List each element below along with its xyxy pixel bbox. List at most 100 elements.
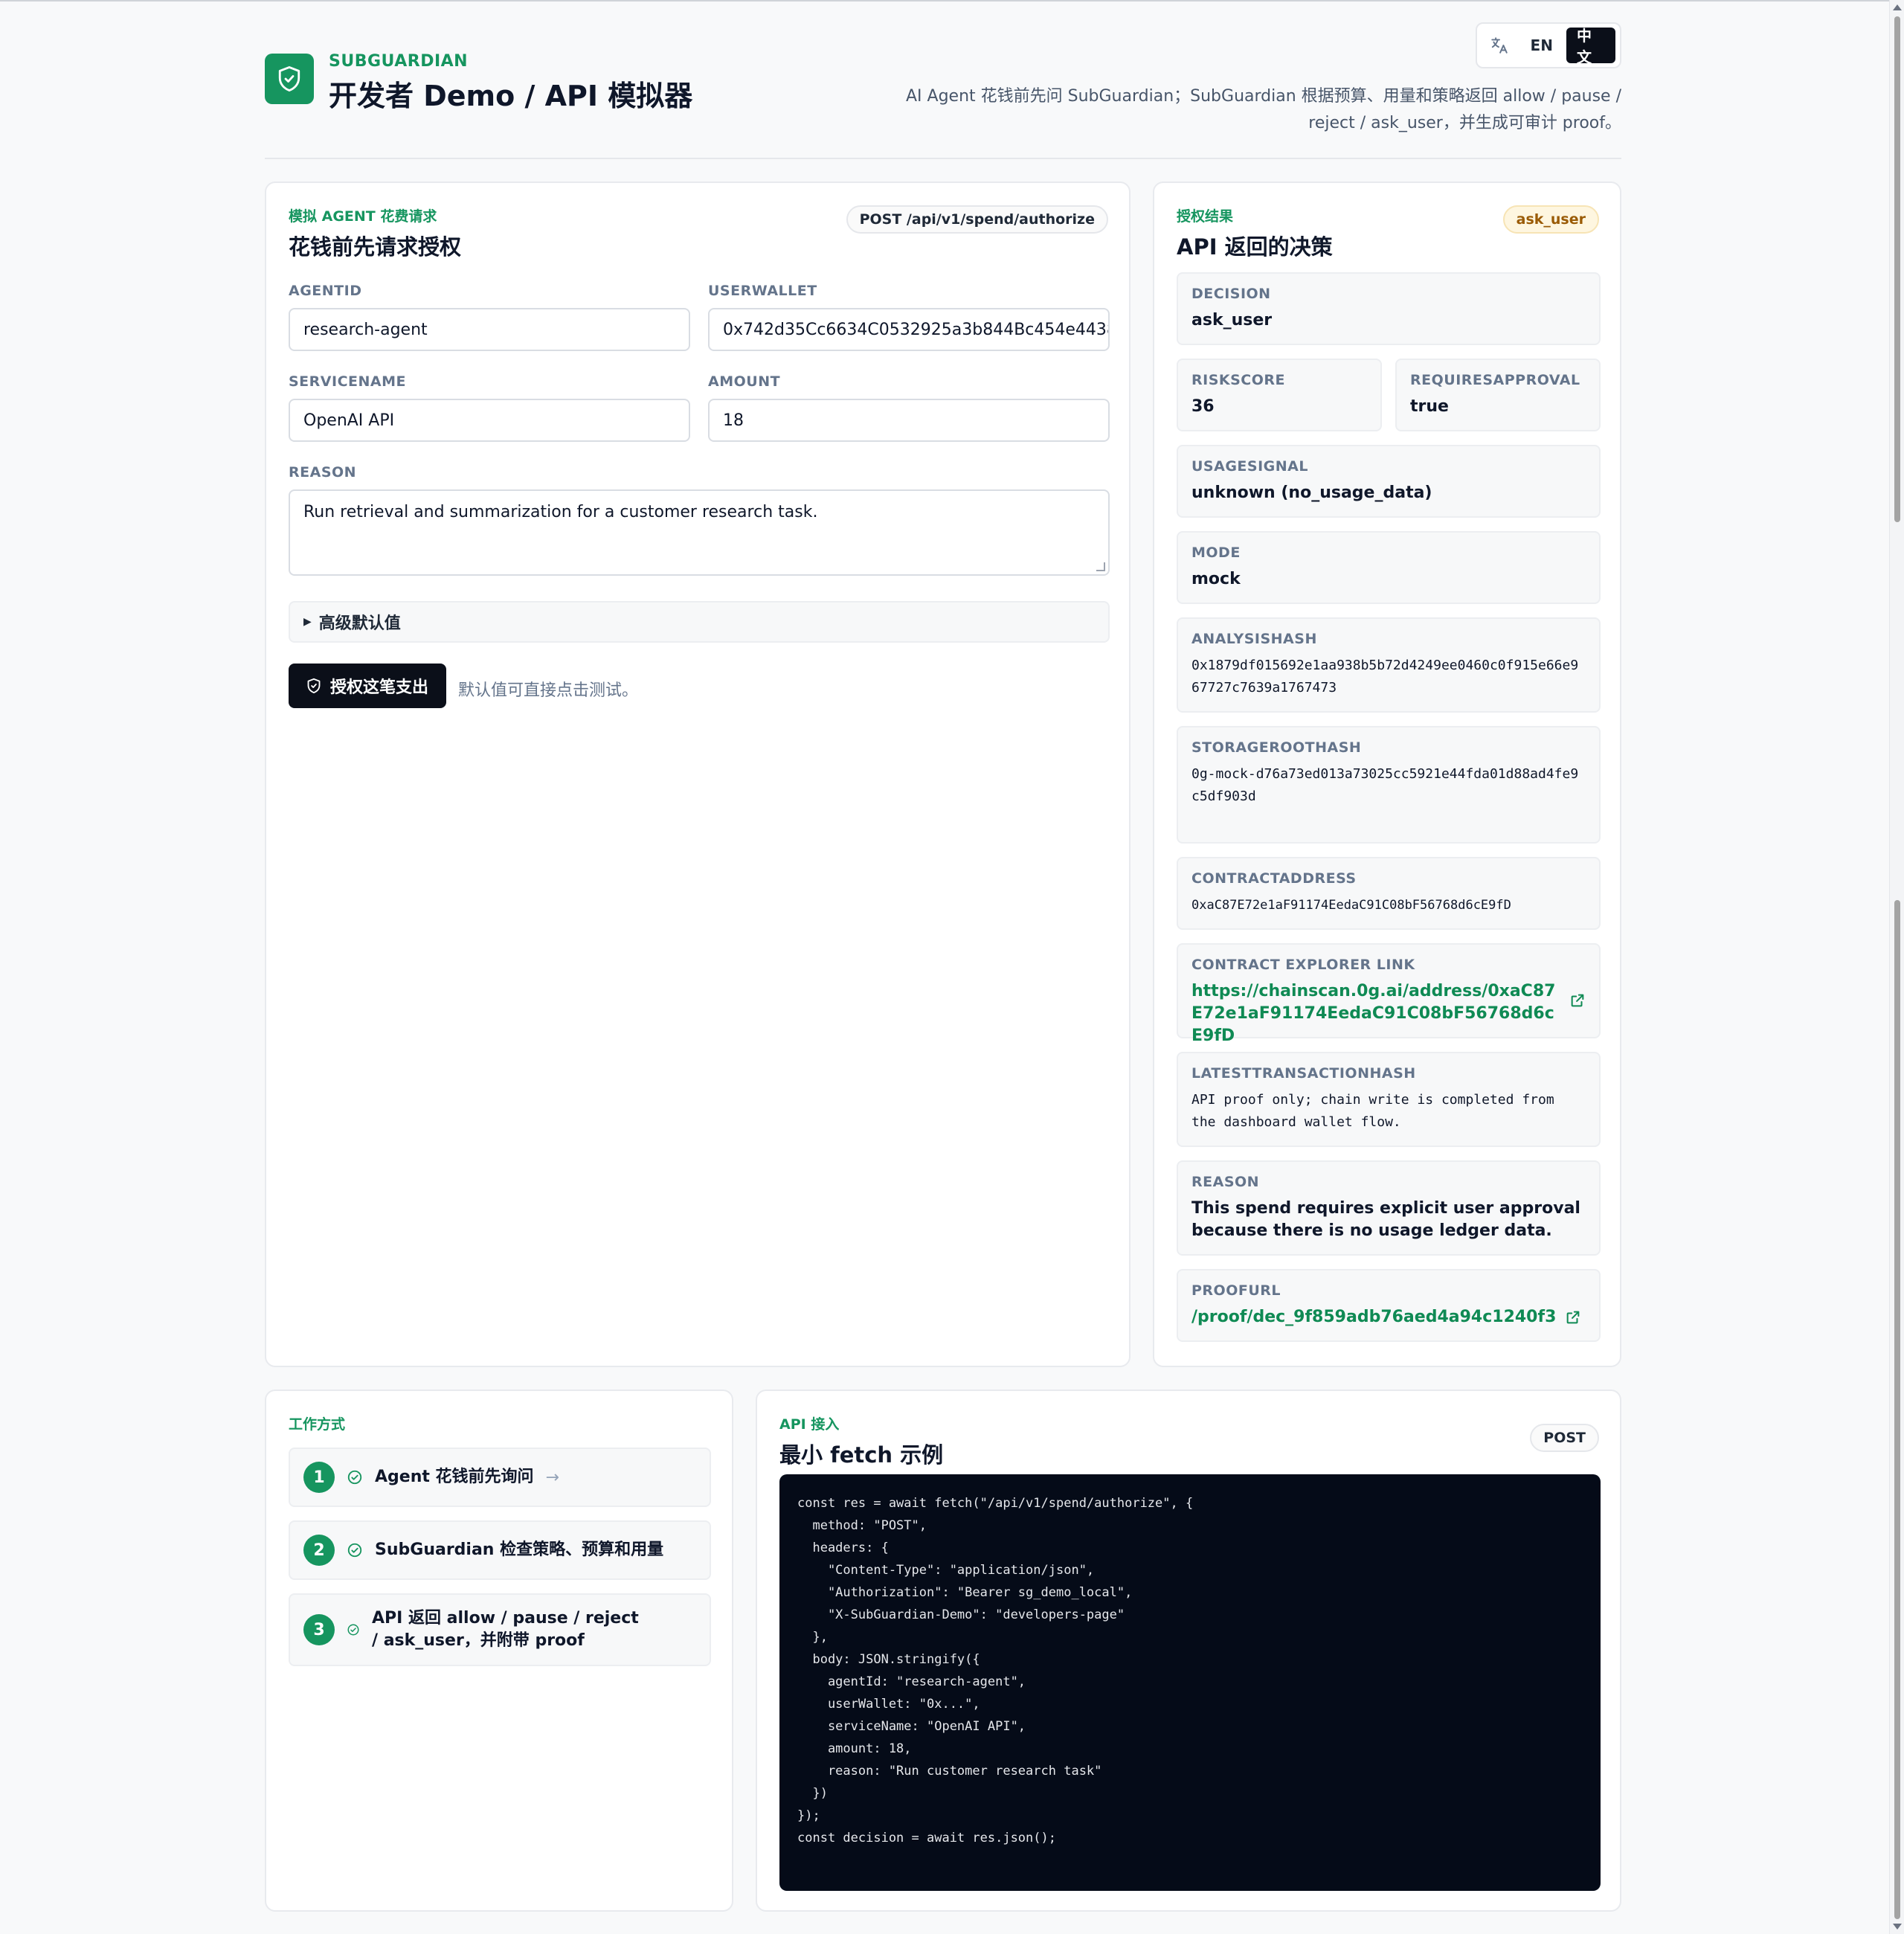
page-header: SUBGUARDIAN 开发者 Demo / API 模拟器 EN 中文 AI … (265, 0, 1621, 159)
risk-score-value: 36 (1191, 397, 1215, 416)
risk-score-field: RISKSCORE 36 (1177, 359, 1382, 431)
code-line: const decision = await res.json(); (797, 1831, 1056, 1845)
check-circle-icon (347, 1624, 359, 1636)
spend-request-card: 模拟 AGENT 花费请求 花钱前先请求授权 POST /api/v1/spen… (265, 181, 1130, 1367)
step-label: API 返回 allow / pause / reject / ask_user… (372, 1609, 639, 1650)
result-reason-value: This spend requires explicit user approv… (1191, 1199, 1580, 1240)
language-switcher: EN 中文 (1476, 22, 1621, 68)
scrollbar-thumb[interactable] (1894, 16, 1900, 522)
contract-explorer-label: CONTRACT EXPLORER LINK (1191, 957, 1415, 973)
proof-url-link[interactable]: /proof/dec_9f859adb76aed4a94c1240f3 (1191, 1306, 1556, 1329)
requires-approval-field: REQUIRESAPPROVAL true (1395, 359, 1601, 431)
reason-label: REASON (289, 464, 357, 481)
amount-label: AMOUNT (708, 373, 781, 390)
service-name-input[interactable]: OpenAI API (289, 399, 690, 442)
shield-logo-icon (265, 54, 314, 104)
agent-id-label: AGENTID (289, 283, 362, 299)
api-eyebrow: API 接入 (779, 1416, 840, 1433)
disclosure-triangle-icon: ▶ (303, 616, 312, 628)
reason-field: REASON This spend requires explicit user… (1177, 1160, 1601, 1256)
step-number: 1 (303, 1462, 335, 1493)
latest-transaction-hash-value: API proof only; chain write is completed… (1191, 1092, 1554, 1130)
request-title: 花钱前先请求授权 (289, 234, 462, 260)
code-line: "Authorization": "Bearer sg_demo_local", (797, 1585, 1133, 1600)
step-number: 3 (303, 1614, 335, 1645)
analysis-hash-label: ANALYSISHASH (1191, 631, 1317, 647)
latest-transaction-hash-field: LATESTTRANSACTIONHASH API proof only; ch… (1177, 1052, 1601, 1147)
proof-url-label: PROOFURL (1191, 1282, 1281, 1299)
endpoint-badge: POST /api/v1/spend/authorize (846, 205, 1108, 234)
user-wallet-input[interactable]: 0x742d35Cc6634C0532925a3b844Bc454e4438f4… (708, 308, 1110, 351)
code-line: headers: { (797, 1541, 889, 1555)
code-line: "Content-Type": "application/json", (797, 1563, 1095, 1578)
contract-address-field: CONTRACTADDRESS 0xaC87E72e1aF91174EedaC9… (1177, 857, 1601, 930)
resize-grip-icon[interactable] (1096, 562, 1105, 571)
advanced-defaults-toggle[interactable]: ▶ 高级默认值 (289, 601, 1110, 643)
requires-approval-value: true (1410, 397, 1449, 416)
advanced-defaults-label: 高级默认值 (318, 614, 401, 633)
result-reason-label: REASON (1191, 1174, 1260, 1190)
request-eyebrow: 模拟 AGENT 花费请求 (289, 208, 437, 225)
step-item: 2 SubGuardian 检查策略、预算和用量 (289, 1520, 711, 1580)
how-it-works-eyebrow: 工作方式 (289, 1416, 346, 1433)
usage-signal-field: USAGESIGNAL unknown (no_usage_data) (1177, 445, 1601, 518)
page-description: AI Agent 花钱前先问 SubGuardian；SubGuardian 根… (906, 87, 1621, 132)
code-line: body: JSON.stringify({ (797, 1652, 980, 1667)
code-line: serviceName: "OpenAI API", (797, 1719, 1026, 1734)
authorize-spend-button[interactable]: 授权这笔支出 (289, 664, 447, 708)
external-link-icon[interactable] (1569, 992, 1586, 1009)
agent-id-input[interactable]: research-agent (289, 308, 690, 351)
code-line: method: "POST", (797, 1518, 927, 1533)
lang-option-en[interactable]: EN (1520, 28, 1563, 63)
authorization-result-card: 授权结果 API 返回的决策 ask_user DECISION ask_use… (1153, 181, 1621, 1367)
code-line: }, (797, 1630, 828, 1645)
reason-textarea-value: Run retrieval and summarization for a cu… (303, 503, 818, 521)
amount-input[interactable]: 18 (708, 399, 1110, 442)
code-line: "X-SubGuardian-Demo": "developers-page" (797, 1607, 1125, 1622)
shield-check-icon (307, 678, 321, 694)
step-item: 3 API 返回 allow / pause / reject / ask_us… (289, 1593, 711, 1666)
page-title: 开发者 Demo / API 模拟器 (329, 80, 693, 112)
proof-url-field: PROOFURL /proof/dec_9f859adb76aed4a94c12… (1177, 1269, 1601, 1342)
arrow-right-icon: → (545, 1468, 559, 1487)
contract-address-value: 0xaC87E72e1aF91174EedaC91C08bF56768d6cE9… (1191, 898, 1511, 913)
check-circle-icon (347, 1470, 362, 1485)
defaults-hint: 默认值可直接点击测试。 (458, 681, 639, 700)
result-eyebrow: 授权结果 (1177, 208, 1234, 225)
contract-explorer-field: CONTRACT EXPLORER LINK https://chainscan… (1177, 943, 1601, 1045)
code-line: amount: 18, (797, 1741, 912, 1756)
scroll-down-arrow-icon[interactable] (1893, 1924, 1902, 1930)
lang-option-zh[interactable]: 中文 (1566, 27, 1615, 66)
analysis-hash-value: 0x1879df015692e1aa938b5b72d4249ee0460c0f… (1191, 658, 1579, 695)
reason-textarea[interactable]: Run retrieval and summarization for a cu… (289, 489, 1110, 576)
translate-icon (1482, 28, 1517, 63)
code-line: reason: "Run customer research task" (797, 1764, 1102, 1779)
step-number: 2 (303, 1535, 335, 1566)
usage-signal-label: USAGESIGNAL (1191, 458, 1308, 475)
decision-status-badge: ask_user (1502, 205, 1599, 234)
mode-value: mock (1191, 570, 1241, 588)
code-line: }); (797, 1808, 820, 1823)
code-line: agentId: "research-agent", (797, 1674, 1026, 1689)
authorize-spend-label: 授权这笔支出 (330, 678, 429, 697)
external-link-icon[interactable] (1565, 1309, 1581, 1326)
code-line: userWallet: "0x...", (797, 1697, 980, 1712)
api-integration-card: API 接入 最小 fetch 示例 POST const res = awai… (756, 1390, 1621, 1912)
page-scrollbar[interactable] (1889, 0, 1904, 1934)
step-label: Agent 花钱前先询问 (375, 1468, 534, 1486)
api-title: 最小 fetch 示例 (779, 1442, 944, 1468)
scroll-up-arrow-icon[interactable] (1893, 4, 1902, 10)
result-title: API 返回的决策 (1177, 234, 1333, 260)
how-it-works-card: 工作方式 1 Agent 花钱前先询问 → 2 SubGuardian 检查策略… (265, 1390, 733, 1912)
contract-explorer-link[interactable]: https://chainscan.0g.ai/address/0xaC87E7… (1191, 980, 1556, 1047)
scrollbar-thumb-lower[interactable] (1894, 900, 1900, 1919)
brand-name: SUBGUARDIAN (329, 52, 469, 71)
check-circle-icon (347, 1543, 362, 1558)
method-badge: POST (1530, 1424, 1599, 1452)
code-example[interactable]: const res = await fetch("/api/v1/spend/a… (779, 1474, 1601, 1891)
code-line: }) (797, 1786, 828, 1801)
step-label: SubGuardian 检查策略、预算和用量 (375, 1541, 664, 1559)
usage-signal-value: unknown (no_usage_data) (1191, 484, 1432, 502)
user-wallet-label: USERWALLET (708, 283, 817, 299)
analysis-hash-field: ANALYSISHASH 0x1879df015692e1aa938b5b72d… (1177, 617, 1601, 713)
